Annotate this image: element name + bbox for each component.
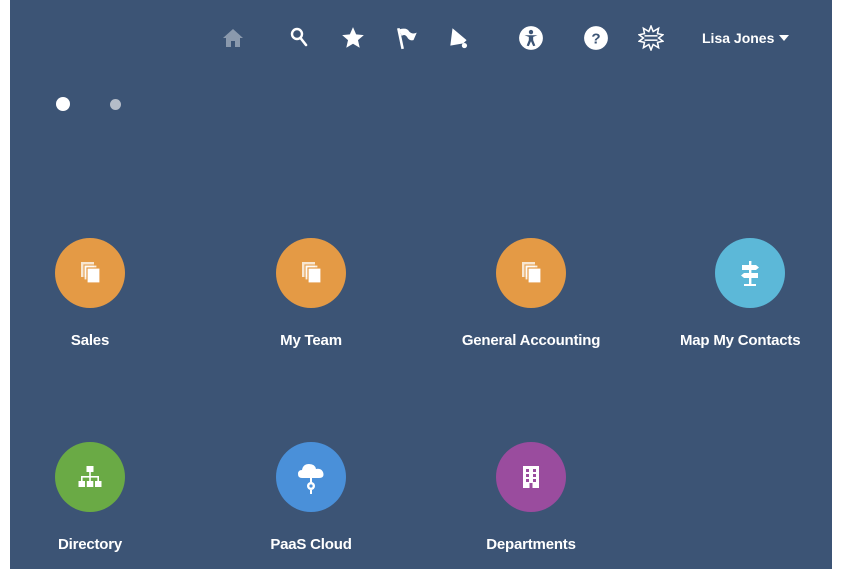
tile-sales-icon-circle xyxy=(55,238,125,308)
tile-map-my-contacts[interactable]: Map My Contacts xyxy=(650,238,832,349)
page-indicator-2[interactable] xyxy=(110,99,121,110)
org-chart-icon xyxy=(78,466,102,487)
springboard-page: ? Lisa Jones Sales My Team General Accou… xyxy=(10,0,832,569)
settings-burst-icon[interactable] xyxy=(636,20,666,56)
stacked-pages-icon xyxy=(522,262,542,284)
tile-paas-cloud-icon-circle xyxy=(276,442,346,512)
tile-my-team-icon-circle xyxy=(276,238,346,308)
tile-label: My Team xyxy=(280,332,342,349)
chevron-down-icon xyxy=(779,35,790,41)
tile-departments[interactable]: Departments xyxy=(431,442,631,553)
tile-label: PaaS Cloud xyxy=(270,536,352,553)
tile-my-team[interactable]: My Team xyxy=(211,238,411,349)
search-icon[interactable] xyxy=(285,20,315,56)
help-icon[interactable]: ? xyxy=(581,20,611,56)
global-header: ? Lisa Jones xyxy=(10,20,832,60)
tile-label: Map My Contacts xyxy=(680,332,801,349)
svg-text:?: ? xyxy=(591,30,600,47)
tile-directory[interactable]: Directory xyxy=(10,442,190,553)
tile-sales[interactable]: Sales xyxy=(10,238,190,349)
user-menu[interactable]: Lisa Jones xyxy=(702,30,790,46)
tile-general-accounting[interactable]: General Accounting xyxy=(431,238,631,349)
notifications-bell-icon[interactable] xyxy=(444,20,474,56)
cloud-plug-icon xyxy=(298,464,324,494)
tile-paas-cloud[interactable]: PaaS Cloud xyxy=(211,442,411,553)
tile-label: Departments xyxy=(486,536,576,553)
tile-label: General Accounting xyxy=(461,332,601,349)
tile-label: Directory xyxy=(57,536,123,553)
tile-directory-icon-circle xyxy=(55,442,125,512)
favorites-star-icon[interactable] xyxy=(338,20,368,56)
watchlist-flag-icon[interactable] xyxy=(392,20,422,56)
signpost-icon xyxy=(741,261,759,286)
tile-general-accounting-icon-circle xyxy=(496,238,566,308)
page-indicator-1[interactable] xyxy=(56,97,70,111)
tile-departments-icon-circle xyxy=(496,442,566,512)
stacked-pages-icon xyxy=(81,262,101,284)
tile-label: Sales xyxy=(70,332,110,349)
building-icon xyxy=(523,466,539,488)
user-name: Lisa Jones xyxy=(702,30,775,46)
accessibility-icon[interactable] xyxy=(516,20,546,56)
home-icon[interactable] xyxy=(218,20,248,56)
tile-map-my-contacts-icon-circle xyxy=(715,238,785,308)
stacked-pages-icon xyxy=(302,262,322,284)
